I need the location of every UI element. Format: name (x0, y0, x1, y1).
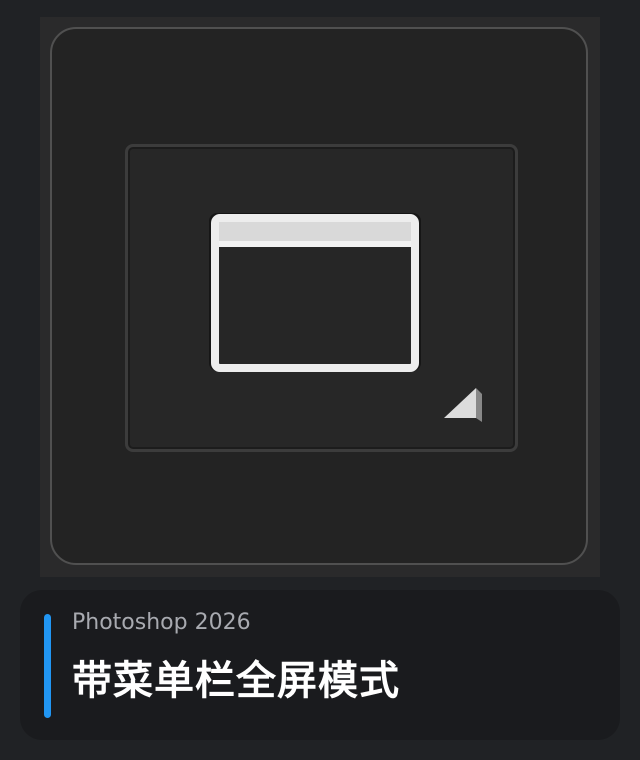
corner-triangle-icon (444, 388, 482, 422)
accent-bar (44, 614, 51, 718)
full-screen-with-menu-icon (209, 213, 421, 372)
mode-title: 带菜单栏全屏模式 (72, 658, 400, 704)
preview-area (40, 17, 600, 577)
app-version-label: Photoshop 2026 (72, 610, 251, 635)
preview-card (50, 27, 588, 565)
info-panel: Photoshop 2026 带菜单栏全屏模式 (20, 590, 620, 740)
screen-mode-button[interactable] (125, 144, 518, 452)
